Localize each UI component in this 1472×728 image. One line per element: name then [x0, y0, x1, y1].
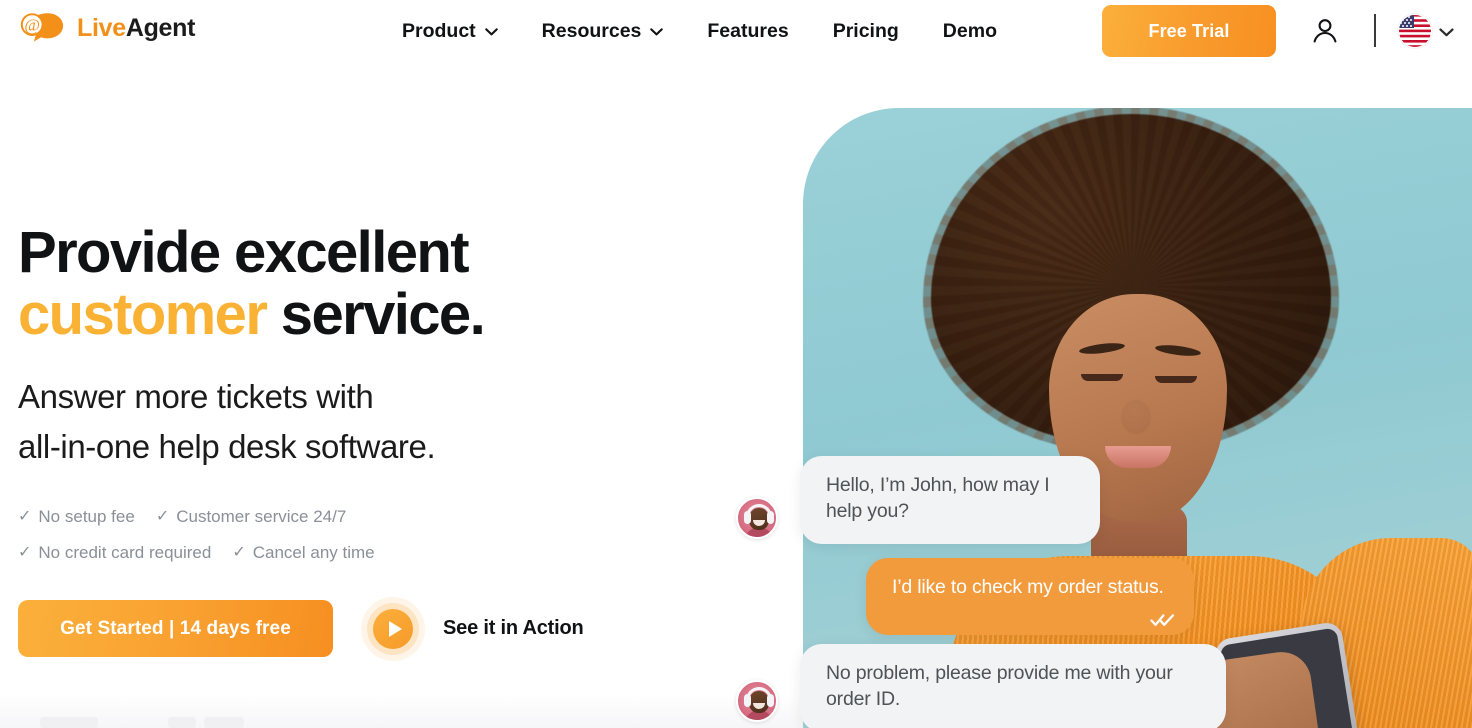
peek-shape — [204, 717, 244, 728]
user-account-icon[interactable] — [1308, 14, 1342, 48]
header-divider — [1374, 14, 1376, 47]
language-selector[interactable] — [1398, 14, 1454, 48]
chat-message-text: I’d like to check my order status. — [892, 576, 1164, 598]
chat-message-agent-followup: No problem, please provide me with your … — [800, 644, 1226, 728]
hero-actions: Get Started | 14 days free See it in Act… — [18, 596, 758, 661]
play-triangle-icon — [388, 620, 402, 637]
check-icon: ✓ — [232, 543, 246, 561]
check-icon: ✓ — [155, 507, 170, 525]
brand-name-agent: Agent — [125, 13, 196, 42]
headset-earcup-right — [767, 694, 774, 707]
benefit-item-cancel-any-time: ✓ Cancel any time — [232, 535, 374, 571]
check-icon: ✓ — [18, 507, 32, 525]
subhead-line-2: all-in-one help desk software. — [18, 427, 436, 465]
main-navigation: Product Resources Features Pricing Demo — [380, 0, 1019, 62]
free-trial-button[interactable]: Free Trial — [1102, 5, 1276, 57]
subhead-line-1: Answer more tickets with — [18, 378, 374, 416]
brand-name-live: Live — [77, 13, 126, 42]
nav-item-pricing[interactable]: Pricing — [811, 0, 921, 62]
benefit-row: ✓ No setup fee ✓ Customer service 24/7 — [18, 499, 758, 535]
play-button-core — [373, 608, 413, 649]
liveagent-logo[interactable]: @ LiveAgent — [18, 9, 195, 47]
page-title: Provide excellent customer service. — [18, 220, 758, 348]
chevron-down-icon — [484, 28, 498, 36]
us-flag-icon — [1398, 14, 1432, 48]
double-check-read-icon — [1150, 609, 1176, 626]
headset-earcup-left — [744, 694, 751, 707]
support-agent-headset-avatar — [736, 680, 778, 722]
photo-nose — [1121, 400, 1151, 434]
support-agent-headset-avatar — [736, 497, 778, 539]
photo-eye-left — [1081, 374, 1123, 381]
benefit-label: No setup fee — [38, 506, 135, 526]
headset-earcup-left — [744, 511, 751, 524]
brand-wordmark: LiveAgent — [77, 13, 196, 42]
peek-shape — [168, 717, 196, 728]
benefit-row: ✓ No credit card required ✓ Cancel any t… — [18, 535, 758, 571]
chevron-down-icon — [650, 28, 664, 36]
landing-page: @ LiveAgent Product Resources Features P… — [0, 0, 1472, 728]
nav-item-product[interactable]: Product — [380, 0, 520, 62]
svg-text:@: @ — [24, 15, 40, 34]
nav-label-product: Product — [402, 19, 476, 42]
benefit-item-customer-service: ✓ Customer service 24/7 — [156, 499, 346, 535]
next-section-peek-shapes — [0, 716, 803, 728]
chat-message-customer-request: I’d like to check my order status. — [866, 558, 1194, 635]
nav-item-resources[interactable]: Resources — [520, 0, 686, 62]
hero-benefits-list: ✓ No setup fee ✓ Customer service 24/7 ✓… — [18, 499, 758, 571]
headline-tail: service. — [266, 282, 486, 348]
headline-accent-word: customer — [18, 282, 268, 348]
site-header: @ LiveAgent Product Resources Features P… — [0, 0, 1472, 62]
benefit-label: Customer service 24/7 — [176, 506, 347, 526]
hero-subheadline: Answer more tickets with all-in-one help… — [18, 372, 758, 472]
at-speech-bubble-icon: @ — [18, 9, 68, 47]
chat-message-agent-greeting: Hello, I’m John, how may I help you? — [800, 456, 1100, 544]
nav-item-features[interactable]: Features — [685, 0, 810, 62]
chevron-down-icon — [1439, 28, 1454, 37]
benefit-item-no-setup-fee: ✓ No setup fee — [18, 499, 135, 535]
headset-earcup-right — [767, 511, 774, 524]
headline-line-1: Provide excellent — [18, 220, 470, 285]
hero-photo-panel — [803, 108, 1472, 728]
check-icon: ✓ — [18, 543, 32, 561]
nav-label-resources: Resources — [541, 19, 642, 42]
get-started-button[interactable]: Get Started | 14 days free — [18, 600, 333, 658]
peek-shape — [40, 717, 98, 728]
see-it-in-action-button[interactable]: See it in Action — [361, 596, 584, 661]
see-it-in-action-label: See it in Action — [443, 617, 584, 640]
play-button[interactable] — [361, 596, 425, 661]
benefit-item-no-credit-card: ✓ No credit card required — [18, 535, 211, 571]
nav-label-features: Features — [707, 19, 789, 42]
nav-item-demo[interactable]: Demo — [921, 0, 1019, 62]
photo-eye-right — [1155, 376, 1197, 383]
customer-service-photo — [803, 108, 1472, 728]
nav-label-demo: Demo — [942, 19, 997, 42]
benefit-label: Cancel any time — [252, 542, 375, 562]
hero-copy: Provide excellent customer service. Answ… — [18, 220, 758, 661]
benefit-label: No credit card required — [38, 542, 212, 562]
nav-label-pricing: Pricing — [832, 19, 899, 42]
